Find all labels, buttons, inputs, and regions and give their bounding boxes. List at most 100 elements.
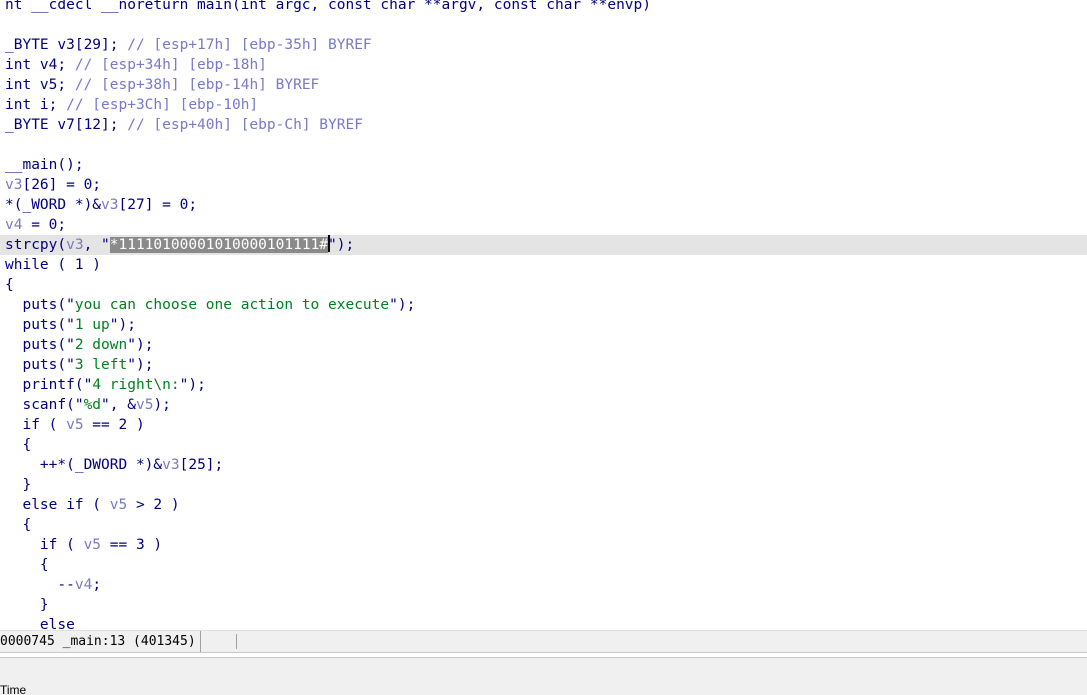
code-token: v3	[66, 237, 84, 253]
code-token: [26] = 0;	[22, 177, 102, 193]
code-token: int i;	[5, 97, 67, 113]
code-token: ");	[109, 317, 136, 333]
code-line[interactable]: int v5; // [esp+38h] [ebp-14h] BYREF	[5, 75, 319, 95]
code-token: _BYTE v7[12];	[5, 117, 128, 133]
code-token: --	[5, 577, 75, 593]
code-line[interactable]: nt __cdecl __noreturn main(int argc, con…	[5, 0, 651, 15]
code-token: v5	[109, 497, 128, 513]
code-token: [27] = 0;	[118, 197, 198, 213]
code-token: v5	[135, 397, 154, 413]
code-token: v4	[5, 217, 23, 233]
code-token: ");	[389, 297, 416, 313]
code-token: puts("	[5, 317, 75, 333]
code-token: // [esp+3Ch] [ebp-10h]	[66, 97, 259, 113]
code-line[interactable]: {	[5, 555, 49, 575]
code-line[interactable]: int v4; // [esp+34h] [ebp-18h]	[5, 55, 267, 75]
code-line[interactable]: __main();	[5, 155, 84, 175]
code-token: while ( 1 )	[5, 257, 102, 273]
code-token: ");	[328, 237, 355, 253]
code-line[interactable]: }	[5, 475, 31, 495]
code-token: %d	[83, 397, 102, 413]
code-token: __main();	[5, 157, 84, 173]
code-line[interactable]: {	[5, 515, 31, 535]
code-token: else	[5, 617, 75, 630]
code-token: > 2 )	[127, 497, 180, 513]
code-token: // [esp+40h] [ebp-Ch] BYREF	[127, 117, 363, 133]
code-line[interactable]: *(_WORD *)&v3[27] = 0;	[5, 195, 197, 215]
code-token: == 2 )	[83, 417, 145, 433]
code-line[interactable]: {	[5, 435, 31, 455]
code-token: // [esp+17h] [ebp-35h] BYREF	[127, 37, 372, 53]
status-address: 0000745 _main:13 (401345)	[0, 631, 201, 652]
code-token: puts("	[5, 337, 75, 353]
code-token: , "	[83, 237, 110, 253]
code-token: ");	[127, 337, 154, 353]
code-token: ;	[92, 577, 102, 593]
code-token: puts("	[5, 297, 75, 313]
code-token: 1 up	[74, 317, 110, 333]
code-token: }	[5, 597, 49, 613]
code-token: {	[5, 437, 32, 453]
code-token: v3	[101, 197, 119, 213]
code-token: }	[5, 477, 32, 493]
code-line[interactable]: {	[5, 275, 14, 295]
code-token: // [esp+34h] [ebp-18h]	[74, 57, 267, 73]
code-line[interactable]: if ( v5 == 2 )	[5, 415, 145, 435]
status-separator	[236, 634, 237, 649]
code-line[interactable]: puts("1 up");	[5, 315, 136, 335]
pseudocode-view[interactable]: nt __cdecl __noreturn main(int argc, con…	[0, 0, 1087, 630]
code-line[interactable]: puts("you can choose one action to execu…	[5, 295, 415, 315]
code-line[interactable]: }	[5, 595, 49, 615]
code-token: ");	[179, 377, 206, 393]
code-line[interactable]: while ( 1 )	[5, 255, 101, 275]
output-panel: Time	[0, 658, 1087, 695]
code-token: ");	[127, 357, 154, 373]
code-token: you can choose one action to execute	[74, 297, 390, 313]
code-line[interactable]: v4 = 0;	[5, 215, 66, 235]
code-token: *(_WORD *)&	[5, 197, 102, 213]
code-token: scanf("	[5, 397, 84, 413]
status-bar: 0000745 _main:13 (401345)	[0, 630, 1087, 652]
code-line[interactable]: printf("4 right\n:");	[5, 375, 206, 395]
code-line[interactable]: puts("3 left");	[5, 355, 153, 375]
code-line[interactable]: else if ( v5 > 2 )	[5, 495, 180, 515]
code-token: ", &	[101, 397, 136, 413]
code-line[interactable]: v3[26] = 0;	[5, 175, 101, 195]
code-token: 2 down	[74, 337, 128, 353]
code-token: // [esp+38h] [ebp-14h] BYREF	[74, 77, 320, 93]
code-token: int v4;	[5, 57, 75, 73]
code-token: v5	[66, 417, 84, 433]
code-token: if (	[5, 417, 67, 433]
code-line[interactable]: ++*(_DWORD *)&v3[25];	[5, 455, 223, 475]
code-line[interactable]: else	[5, 615, 75, 630]
code-line[interactable]: int i; // [esp+3Ch] [ebp-10h]	[5, 95, 258, 115]
code-line[interactable]: strcpy(v3, "*11110100001010000101111#");	[0, 235, 1087, 255]
code-token: {	[5, 557, 49, 573]
code-token: v5	[83, 537, 102, 553]
code-token: v4	[74, 577, 93, 593]
code-token: = 0;	[22, 217, 67, 233]
ida-pseudocode-window: nt __cdecl __noreturn main(int argc, con…	[0, 0, 1087, 695]
code-token: v3	[5, 177, 23, 193]
code-token: v3	[162, 457, 180, 473]
code-token: 4 right\n:	[92, 377, 180, 393]
code-line[interactable]: scanf("%d", &v5);	[5, 395, 170, 415]
code-token: int v5;	[5, 77, 75, 93]
code-token: puts("	[5, 357, 75, 373]
code-line[interactable]: _BYTE v3[29]; // [esp+17h] [ebp-35h] BYR…	[5, 35, 372, 55]
code-token: _BYTE v3[29];	[5, 37, 128, 53]
code-token: ++*(_DWORD *)&	[5, 457, 163, 473]
code-token: strcpy(	[5, 237, 67, 253]
code-token: nt __cdecl __noreturn main(int argc, con…	[5, 0, 652, 13]
code-token: {	[5, 277, 14, 293]
code-line[interactable]: _BYTE v7[12]; // [esp+40h] [ebp-Ch] BYRE…	[5, 115, 363, 135]
code-token: printf("	[5, 377, 93, 393]
code-line[interactable]: --v4;	[5, 575, 101, 595]
code-token: [25];	[179, 457, 224, 473]
code-line[interactable]: puts("2 down");	[5, 335, 153, 355]
code-token: if (	[5, 537, 84, 553]
code-line[interactable]: if ( v5 == 3 )	[5, 535, 162, 555]
code-token: == 3 )	[101, 537, 163, 553]
selected-string-literal: *11110100001010000101111#	[109, 237, 329, 253]
output-tab-label[interactable]: Time	[0, 683, 26, 695]
